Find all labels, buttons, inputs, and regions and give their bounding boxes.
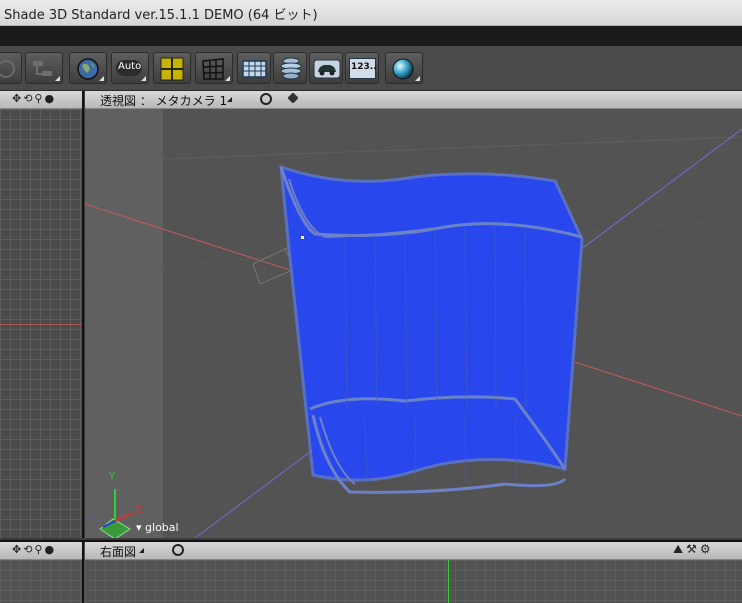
- toolbar: Auto 123..: [0, 46, 742, 91]
- quad-view-button[interactable]: [153, 52, 191, 84]
- shading-mode-button[interactable]: [0, 52, 22, 84]
- axis-z-label: Z: [88, 514, 95, 525]
- y-axis-line: [448, 560, 449, 603]
- view-dropdown-arrow[interactable]: [227, 97, 232, 102]
- coord-mode-selector[interactable]: ▾ global: [136, 521, 179, 534]
- view-label[interactable]: 透視図 ： メタカメラ 1: [100, 92, 227, 109]
- left-view-pane: ✥⟲⚲●: [0, 91, 84, 538]
- grid-icon: [202, 58, 224, 80]
- camera-target-icon[interactable]: [260, 93, 272, 105]
- hierarchy-button[interactable]: [25, 52, 63, 84]
- axis-y-label: Y: [109, 471, 116, 482]
- side-view-header: 右面図 ⛰⚒⚙: [85, 542, 742, 560]
- cube-icon[interactable]: [287, 92, 299, 104]
- car-button[interactable]: [309, 52, 343, 84]
- coord-mode-label: global: [145, 521, 179, 534]
- quad-grid-icon: [160, 57, 184, 81]
- window-title: Shade 3D Standard ver.15.1.1 DEMO (64 ビッ…: [4, 8, 318, 23]
- lathe-icon: [280, 57, 302, 80]
- table-button[interactable]: [237, 52, 271, 84]
- bottom-left-grid[interactable]: [0, 560, 82, 603]
- bottom-left-header: ✥⟲⚲●: [0, 542, 82, 560]
- globe-button[interactable]: [69, 52, 107, 84]
- side-view-grid[interactable]: [85, 560, 742, 603]
- axis-x-label: X: [135, 505, 142, 516]
- side-view-label[interactable]: 右面図: [100, 543, 136, 560]
- numeric-label: 123..: [351, 62, 377, 72]
- viewport-canvas[interactable]: [85, 109, 742, 538]
- side-view[interactable]: 右面図 ⛰⚒⚙: [85, 542, 742, 603]
- perspective-view-header: 透視図 ： メタカメラ 1: [85, 91, 742, 109]
- car-icon: [313, 59, 341, 79]
- bottom-view-area: ✥⟲⚲● 右面図 ⛰⚒⚙: [0, 540, 742, 603]
- bottom-left-pane: ✥⟲⚲●: [0, 542, 84, 603]
- dim-icon: [0, 60, 15, 78]
- side-view-dropdown-arrow[interactable]: [139, 548, 144, 553]
- lathe-button[interactable]: [273, 52, 307, 84]
- table-icon: [242, 60, 267, 78]
- perspective-view[interactable]: 透視図 ： メタカメラ 1 Y X Z ▾ global: [85, 91, 742, 538]
- hierarchy-icon: [33, 61, 52, 76]
- blue-surface-object: [279, 164, 584, 494]
- sphere-icon: [392, 58, 414, 80]
- left-view-header: ✥⟲⚲●: [0, 91, 82, 109]
- view-nav-icons-bottom: ✥⟲⚲●: [12, 543, 57, 556]
- auto-button[interactable]: Auto: [111, 52, 149, 84]
- globe-icon: [77, 58, 99, 80]
- grid-button[interactable]: [195, 52, 233, 84]
- render-button[interactable]: [385, 52, 423, 84]
- view-tools-icons[interactable]: ⛰⚒⚙: [673, 542, 714, 557]
- auto-label: Auto: [118, 61, 142, 72]
- view-nav-icons: ✥⟲⚲●: [12, 92, 57, 105]
- red-axis-line: [0, 324, 82, 325]
- side-camera-target-icon[interactable]: [172, 544, 184, 556]
- left-view-grid[interactable]: [0, 109, 82, 538]
- menu-bar: [0, 26, 742, 46]
- numeric-button[interactable]: 123..: [345, 52, 379, 84]
- window-title-bar: Shade 3D Standard ver.15.1.1 DEMO (64 ビッ…: [0, 0, 742, 26]
